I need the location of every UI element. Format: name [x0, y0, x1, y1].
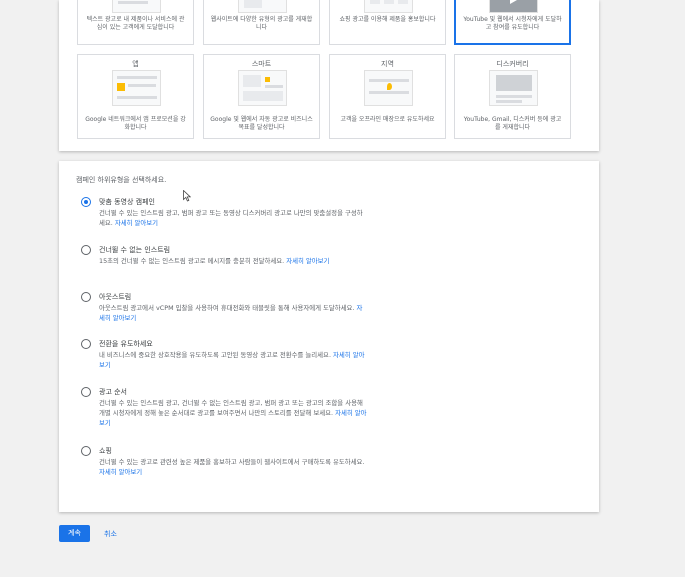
display-illustration	[238, 0, 287, 13]
video-illustration	[489, 0, 538, 13]
continue-button[interactable]: 계속	[59, 525, 90, 542]
campaign-type-card-search[interactable]: 텍스트 광고로 내 제품이나 서비스에 관심이 있는 고객에게 도달합니다	[77, 0, 194, 45]
card-name: 스마트	[251, 60, 272, 68]
mouse-cursor-icon	[183, 190, 191, 202]
card-desc: YouTube, Gmail, 디스커버 등에 광고를 게재합니다	[463, 116, 562, 131]
learn-more-link[interactable]: 자세히 알아보기	[99, 468, 142, 476]
card-name: 디스커버리	[496, 60, 529, 68]
campaign-type-card-smart[interactable]: 스마트 Google 및 웹에서 자동 광고로 비즈니스 목표를 달성합니다	[203, 54, 320, 139]
campaign-type-card-app[interactable]: 앱 Google 네트워크에서 앱 프로모션을 강화합니다	[77, 54, 194, 139]
radio-button[interactable]	[81, 245, 91, 255]
option-title: 아웃스트림	[99, 293, 132, 301]
option-desc: 건너뛸 수 있는 인스트림 광고, 범퍼 광고 또는 동영상 디스커버리 광고로…	[99, 209, 363, 227]
card-desc: 쇼핑 광고를 이용해 제품을 홍보합니다	[339, 16, 436, 23]
map-pin-icon	[387, 83, 392, 90]
radio-button[interactable]	[81, 339, 91, 349]
campaign-type-card-video[interactable]: YouTube 및 웹에서 시청자에게 도달하고 참여를 유도합니다	[454, 0, 571, 45]
option-desc: 건너뛸 수 있는 광고로 관련성 높은 제품을 홍보하고 사람들이 웹사이트에서…	[99, 458, 365, 476]
option-title: 맞춤 동영상 캠페인	[99, 198, 155, 206]
option-desc: 내 비즈니스에 중요한 상호작용을 유도하도록 고안된 동영상 광고로 전환수를…	[99, 351, 365, 369]
app-illustration	[112, 70, 161, 106]
radio-button[interactable]	[81, 446, 91, 456]
local-illustration	[364, 70, 413, 106]
learn-more-link[interactable]: 자세히 알아보기	[286, 257, 329, 265]
campaign-subtype-panel: 캠페인 하위유형을 선택하세요. 맞춤 동영상 캠페인 건너뛸 수 있는 인스트…	[59, 161, 599, 512]
option-title: 광고 순서	[99, 388, 127, 396]
card-desc: Google 네트워크에서 앱 프로모션을 강화합니다	[85, 116, 186, 131]
card-name: 앱	[132, 60, 139, 68]
campaign-type-card-discovery[interactable]: 디스커버리 YouTube, Gmail, 디스커버 등에 광고를 게재합니다	[454, 54, 571, 139]
card-desc: 고객을 오프라인 매장으로 유도하세요	[340, 116, 435, 123]
option-title: 건너뛸 수 없는 인스트림	[99, 246, 171, 254]
campaign-type-panel: 텍스트 광고로 내 제품이나 서비스에 관심이 있는 고객에게 도달합니다 웹사…	[59, 0, 599, 151]
campaign-type-card-shopping[interactable]: 쇼핑 광고를 이용해 제품을 홍보합니다	[329, 0, 446, 45]
search-illustration	[112, 0, 161, 13]
radio-button[interactable]	[81, 197, 91, 207]
option-title: 쇼핑	[99, 447, 112, 455]
cancel-button[interactable]: 취소	[104, 529, 117, 539]
card-desc: 웹사이트에 다양한 유형의 광고를 게재합니다	[210, 16, 313, 31]
card-desc: 텍스트 광고로 내 제품이나 서비스에 관심이 있는 고객에게 도달합니다	[86, 16, 185, 31]
play-icon	[510, 0, 517, 4]
campaign-type-card-display[interactable]: 웹사이트에 다양한 유형의 광고를 게재합니다	[203, 0, 320, 45]
subtype-heading: 캠페인 하위유형을 선택하세요.	[76, 176, 167, 184]
discovery-illustration	[489, 70, 538, 106]
shopping-illustration	[364, 0, 413, 13]
learn-more-link[interactable]: 자세히 알아보기	[115, 219, 158, 227]
card-desc: YouTube 및 웹에서 시청자에게 도달하고 참여를 유도합니다	[463, 16, 562, 31]
option-desc: 15초의 건너뛸 수 없는 인스트림 광고로 메시지를 충분히 전달하세요. 자…	[99, 257, 330, 265]
radio-button[interactable]	[81, 387, 91, 397]
smart-illustration	[238, 70, 287, 106]
radio-button[interactable]	[81, 292, 91, 302]
option-desc: 아웃스트림 광고에서 vCPM 입찰을 사용하여 휴대전화와 태블릿을 통해 사…	[99, 304, 363, 322]
option-desc: 건너뛸 수 있는 인스트림 광고, 건너뛸 수 없는 인스트림 광고, 범퍼 광…	[99, 399, 367, 427]
option-title: 전환을 유도하세요	[99, 340, 153, 348]
card-name: 지역	[381, 60, 394, 68]
campaign-type-card-local[interactable]: 지역 고객을 오프라인 매장으로 유도하세요	[329, 54, 446, 139]
card-desc: Google 및 웹에서 자동 광고로 비즈니스 목표를 달성합니다	[210, 116, 313, 131]
